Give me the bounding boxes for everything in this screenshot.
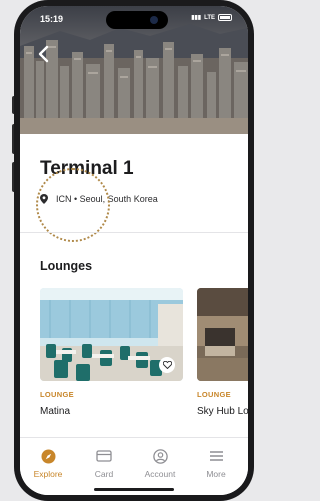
- lounge-photo: [197, 288, 248, 381]
- lounge-card[interactable]: LOUNGE Matina: [40, 288, 183, 417]
- battery-icon: [218, 14, 232, 21]
- lounge-card[interactable]: LOUNGE Sky Hub Lounge: [197, 288, 248, 417]
- tab-more[interactable]: More: [194, 448, 238, 479]
- lounge-tag: LOUNGE: [40, 390, 74, 399]
- chevron-left-icon: [38, 45, 49, 63]
- tab-explore[interactable]: Explore: [26, 448, 70, 479]
- lounge-interior-image: [197, 288, 248, 381]
- heart-icon: [162, 361, 172, 369]
- lounges-heading: Lounges: [40, 259, 93, 273]
- signal-icon: ▮▮▮: [191, 15, 202, 21]
- tab-bar: Explore Card Account More: [20, 437, 248, 495]
- tab-label: Account: [144, 469, 176, 479]
- favorite-button[interactable]: [159, 357, 175, 373]
- lounge-name: Matina: [40, 406, 71, 417]
- user-circle-icon: [152, 448, 168, 464]
- credit-card-icon: [96, 450, 112, 462]
- tab-card[interactable]: Card: [82, 448, 126, 479]
- status-bar: 15:19 ▮▮▮ LTE: [20, 11, 248, 29]
- back-button[interactable]: [34, 44, 54, 64]
- tab-label: More: [206, 469, 226, 479]
- tab-label: Explore: [33, 469, 63, 479]
- tab-label: Card: [94, 469, 114, 479]
- home-indicator[interactable]: [94, 488, 174, 491]
- app-screen: 15:19 ▮▮▮ LTE Terminal 1 ICN • Seoul, So…: [20, 6, 248, 495]
- lounge-tag: LOUNGE: [197, 390, 231, 399]
- lounge-name: Sky Hub Lounge: [197, 406, 248, 417]
- compass-icon: [41, 449, 55, 463]
- tab-account[interactable]: Account: [138, 448, 182, 479]
- menu-icon: [209, 451, 223, 461]
- network-label: LTE: [204, 14, 215, 21]
- system-indicators: ▮▮▮ LTE: [191, 14, 232, 21]
- camera-icon: [150, 16, 158, 24]
- divider: [20, 232, 248, 233]
- hero-image: 15:19 ▮▮▮ LTE: [20, 6, 248, 134]
- dynamic-island: [106, 11, 168, 29]
- status-time: 15:19: [40, 14, 64, 24]
- highlight-circle: [36, 168, 110, 242]
- lounge-photo: [40, 288, 183, 381]
